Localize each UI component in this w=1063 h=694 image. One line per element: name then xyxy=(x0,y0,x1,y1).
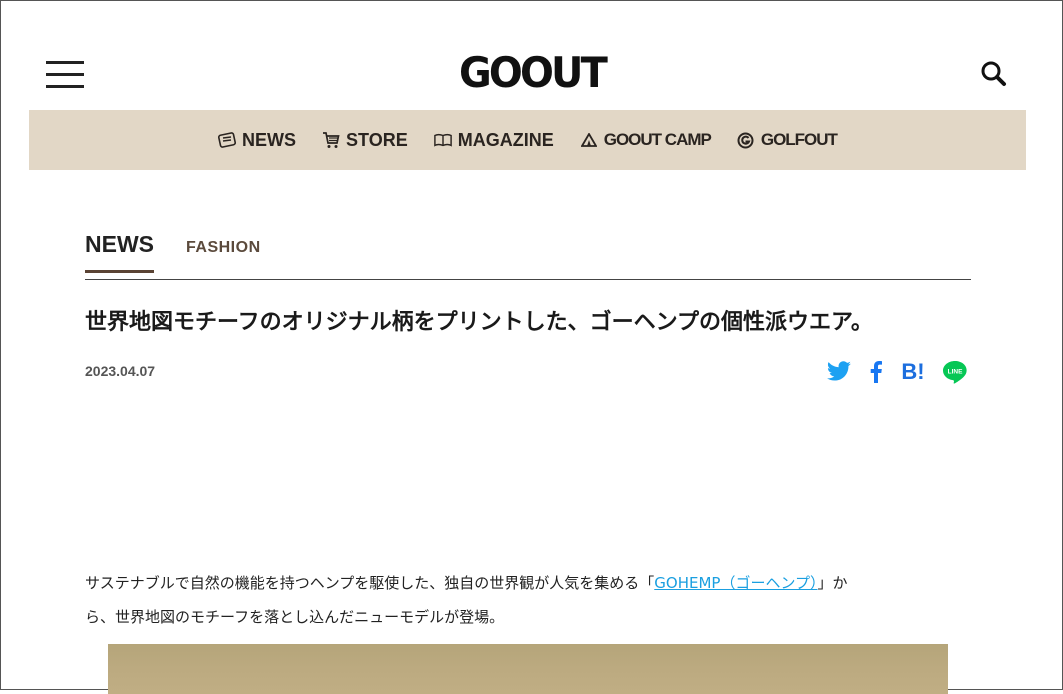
main-nav: NEWS STORE MAGAZINE GOOUT CAMP GOLFOUT xyxy=(29,110,1026,170)
category-news[interactable]: NEWS xyxy=(85,231,154,273)
book-icon xyxy=(433,131,452,149)
nav-item-store[interactable]: STORE xyxy=(322,130,408,151)
body-text-part: 」か xyxy=(817,574,848,592)
nav-label: STORE xyxy=(346,129,408,150)
cart-icon xyxy=(322,131,340,149)
hamburger-menu-icon[interactable] xyxy=(46,61,84,89)
site-logo[interactable]: GOOUT xyxy=(448,51,615,95)
line-icon-label: LINE xyxy=(948,369,963,376)
nav-item-golfout[interactable]: GOLFOUT xyxy=(737,130,838,150)
share-buttons: B! LINE xyxy=(825,358,969,386)
golf-g-icon xyxy=(737,131,755,149)
tent-icon xyxy=(580,131,598,149)
category-fashion[interactable]: FASHION xyxy=(186,239,261,257)
body-text-part: サステナブルで自然の機能を持つヘンプを駆使した、独自の世界観が人気を集める「 xyxy=(85,574,655,592)
twitter-share-icon[interactable] xyxy=(825,358,853,386)
nav-label: GOLFOUT xyxy=(760,130,838,149)
search-icon[interactable] xyxy=(979,59,1009,89)
line-share-icon[interactable]: LINE xyxy=(941,358,969,386)
nav-label: GOOUT CAMP xyxy=(603,130,712,149)
body-text-part: ら、世界地図のモチーフを落とし込んだニューモデルが登場。 xyxy=(85,608,505,626)
nav-label: NEWS xyxy=(242,129,297,150)
category-bar: NEWS FASHION xyxy=(85,231,971,280)
hatena-share-icon[interactable]: B! xyxy=(899,358,927,386)
newspaper-icon xyxy=(218,131,237,149)
article-date: 2023.04.07 xyxy=(85,363,156,379)
facebook-share-icon[interactable] xyxy=(867,358,885,386)
nav-item-news[interactable]: NEWS xyxy=(218,130,296,151)
nav-item-magazine[interactable]: MAGAZINE xyxy=(433,129,554,151)
nav-item-goout-camp[interactable]: GOOUT CAMP xyxy=(580,130,712,150)
site-header: GOOUT xyxy=(1,1,1062,109)
nav-label: MAGAZINE xyxy=(457,129,554,150)
article-main-image xyxy=(108,644,948,694)
gohemp-link[interactable]: GOHEMP（ゴーヘンプ） xyxy=(654,574,817,592)
article-body: サステナブルで自然の機能を持つヘンプを駆使した、独自の世界観が人気を集める「GO… xyxy=(85,566,955,634)
article-title: 世界地図モチーフのオリジナル柄をプリントした、ゴーヘンプの個性派ウエア。 xyxy=(85,310,873,335)
